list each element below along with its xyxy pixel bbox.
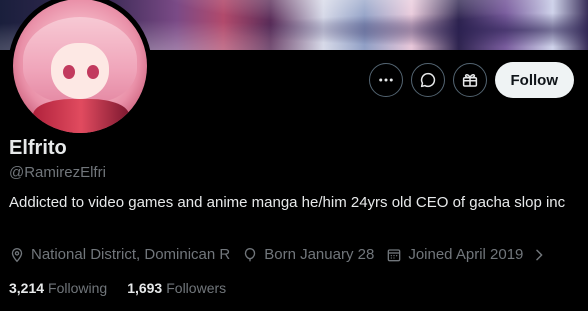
location-text: National District, Dominican R: [31, 246, 231, 263]
gift-icon: [462, 74, 477, 87]
profile-bio: Addicted to video games and anime manga …: [9, 194, 566, 211]
followers-label: Followers: [166, 280, 227, 296]
avatar-image: [13, 0, 147, 133]
birthday-item: Born January 28: [242, 246, 374, 263]
following-stat[interactable]: 3,214 Following: [9, 280, 107, 296]
profile-meta: National District, Dominican R Born Janu…: [9, 246, 565, 263]
follow-button[interactable]: Follow: [494, 62, 574, 98]
chevron-right-icon: [536, 249, 543, 260]
following-count: 3,214: [9, 280, 45, 296]
message-button[interactable]: [410, 63, 445, 97]
following-label: Following: [48, 280, 108, 296]
more-button[interactable]: [368, 63, 403, 97]
calendar-icon: [387, 248, 401, 261]
gift-button[interactable]: [452, 63, 487, 97]
joined-text: Joined April 2019: [408, 246, 524, 263]
avatar[interactable]: [8, 0, 152, 138]
balloon-icon: [245, 247, 256, 261]
birthday-text: Born January 28: [264, 246, 375, 263]
more-icon: [378, 78, 393, 82]
joined-item[interactable]: Joined April 2019: [386, 246, 553, 263]
profile-actions: Follow: [368, 62, 574, 98]
follow-stats: 3,214 Following 1,693 Followers: [9, 280, 246, 296]
profile-handle: @RamirezElfri: [9, 164, 106, 181]
message-icon: [420, 72, 435, 88]
profile-name: Elfrito: [9, 137, 67, 159]
followers-stat[interactable]: 1,693 Followers: [127, 280, 226, 296]
location-item: National District, Dominican R: [9, 246, 230, 263]
followers-count: 1,693: [127, 280, 163, 296]
location-pin-icon: [11, 247, 23, 262]
